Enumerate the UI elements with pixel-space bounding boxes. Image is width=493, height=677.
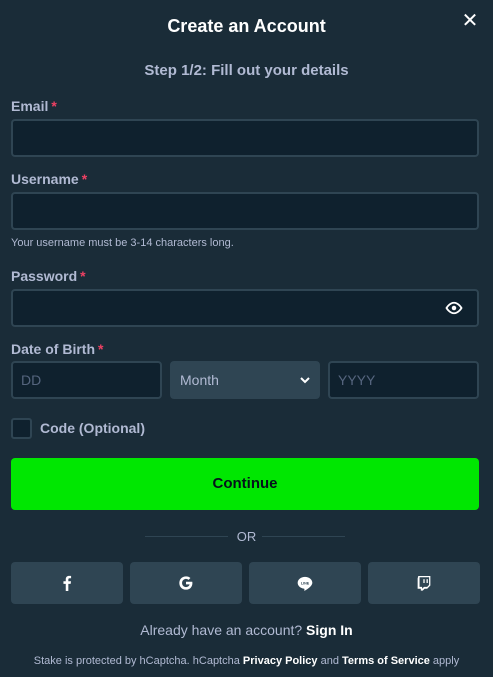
dob-day-placeholder: DD (21, 372, 42, 388)
required-marker: * (81, 171, 88, 187)
twitch-icon (417, 576, 431, 591)
footer-apply: apply (432, 655, 460, 667)
dob-label: Date of Birth * (11, 341, 103, 357)
required-marker: * (51, 98, 57, 114)
eye-icon[interactable] (445, 301, 463, 315)
svg-text:LINE: LINE (301, 581, 310, 585)
username-hint: Your username must be 3-14 characters lo… (11, 237, 234, 249)
username-field[interactable] (11, 192, 479, 230)
modal-title: Create an Account (167, 16, 326, 36)
line-button[interactable]: LINE (249, 562, 361, 604)
or-divider-label: OR (236, 529, 257, 544)
email-field[interactable] (11, 119, 479, 157)
dob-label-text: Date of Birth (11, 341, 95, 357)
step-indicator: Step 1/2: Fill out your details (144, 62, 349, 79)
signin-text: Already have an account? (140, 622, 303, 638)
email-label-text: Email (11, 98, 49, 114)
google-icon (179, 576, 193, 590)
privacy-policy-link[interactable]: Privacy Policy (243, 655, 318, 667)
code-checkbox[interactable] (11, 418, 32, 439)
twitch-button[interactable] (368, 562, 480, 604)
signin-prompt: Already have an account? Sign In (0, 622, 493, 638)
line-icon: LINE (297, 576, 313, 591)
google-button[interactable] (130, 562, 242, 604)
divider-right (262, 536, 345, 537)
close-icon[interactable]: ✕ (461, 11, 479, 31)
username-label: Username * (11, 171, 87, 187)
dob-day-input[interactable]: DD (11, 361, 162, 399)
password-label: Password * (11, 268, 86, 284)
facebook-button[interactable] (11, 562, 123, 604)
continue-button[interactable]: Continue (11, 458, 479, 510)
footer-and: and (320, 655, 339, 667)
username-label-text: Username (11, 171, 79, 187)
password-field[interactable] (11, 289, 479, 327)
required-marker: * (80, 268, 86, 284)
dob-year-placeholder: YYYY (338, 372, 376, 388)
email-label: Email * (11, 98, 57, 114)
create-account-modal: Create an Account ✕ Step 1/2: Fill out y… (0, 0, 493, 677)
footer-text: Stake is protected by hCaptcha. hCaptcha (33, 655, 240, 667)
dob-year-input[interactable]: YYYY (328, 361, 479, 399)
chevron-down-icon (300, 377, 310, 384)
code-checkbox-label[interactable]: Code (Optional) (40, 420, 145, 436)
terms-of-service-link[interactable]: Terms of Service (342, 655, 430, 667)
facebook-icon (63, 575, 72, 591)
captcha-footer: Stake is protected by hCaptcha. hCaptcha… (0, 655, 493, 667)
dob-month-select[interactable]: Month (170, 361, 320, 399)
password-label-text: Password (11, 268, 78, 284)
dob-month-value: Month (180, 372, 219, 388)
required-marker: * (98, 341, 104, 357)
signin-link[interactable]: Sign In (306, 622, 353, 638)
